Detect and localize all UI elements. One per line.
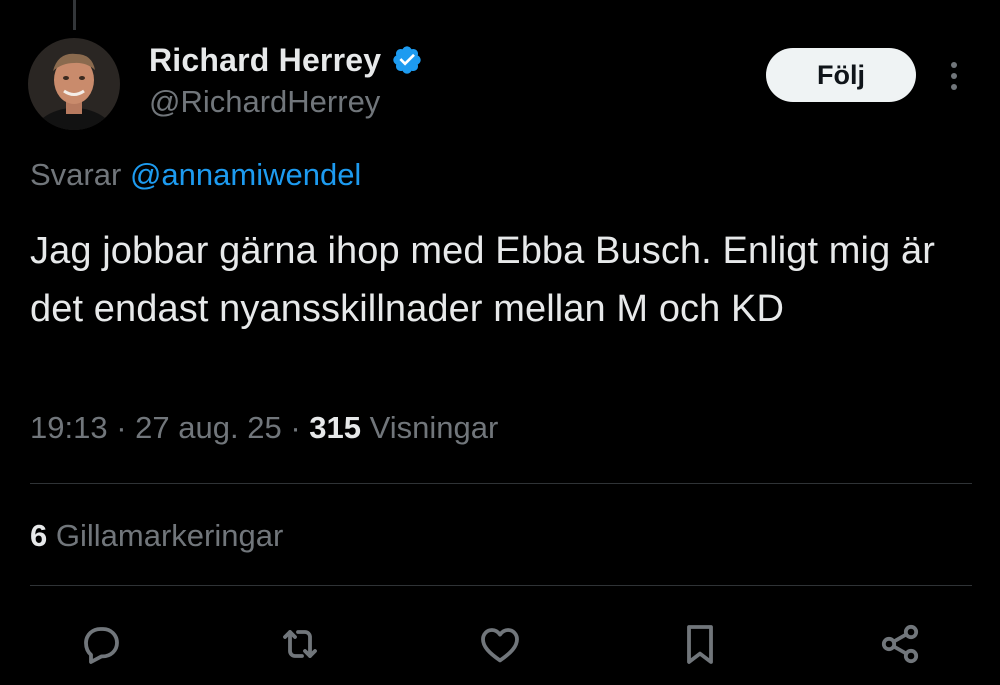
avatar[interactable] bbox=[28, 38, 120, 130]
tweet-date[interactable]: 27 aug. 25 bbox=[135, 410, 282, 445]
author-name-row[interactable]: Richard Herrey bbox=[149, 40, 423, 80]
verified-badge-icon bbox=[391, 44, 423, 76]
likes-label[interactable]: Gillamarkeringar bbox=[56, 518, 283, 553]
divider bbox=[30, 585, 972, 586]
tweet-time[interactable]: 19:13 bbox=[30, 410, 108, 445]
reply-prefix: Svarar bbox=[30, 157, 122, 192]
likes-count[interactable]: 6 bbox=[30, 518, 47, 553]
reply-icon[interactable] bbox=[76, 620, 124, 668]
likes-summary[interactable]: 6 Gillamarkeringar bbox=[30, 518, 283, 554]
avatar-image bbox=[28, 38, 120, 130]
more-options-icon[interactable] bbox=[940, 58, 968, 94]
meta-separator: · bbox=[290, 410, 301, 445]
bookmark-icon[interactable] bbox=[676, 620, 724, 668]
author-handle[interactable]: @RichardHerrey bbox=[149, 84, 380, 120]
tweet-meta: 19:13 · 27 aug. 25 · 315 Visningar bbox=[30, 410, 498, 446]
like-icon[interactable] bbox=[476, 620, 524, 668]
views-label[interactable]: Visningar bbox=[370, 410, 499, 445]
share-icon[interactable] bbox=[876, 620, 924, 668]
author-display-name[interactable]: Richard Herrey bbox=[149, 42, 381, 79]
meta-separator: · bbox=[116, 410, 127, 445]
reply-context: Svarar @annamiwendel bbox=[30, 157, 361, 193]
follow-button[interactable]: Följ bbox=[766, 48, 916, 102]
retweet-icon[interactable] bbox=[276, 620, 324, 668]
divider bbox=[30, 483, 972, 484]
views-count[interactable]: 315 bbox=[309, 410, 361, 445]
tweet-text: Jag jobbar gärna ihop med Ebba Busch. En… bbox=[30, 230, 935, 330]
thread-connector-line bbox=[73, 0, 76, 30]
reply-mention-link[interactable]: @annamiwendel bbox=[130, 157, 361, 192]
